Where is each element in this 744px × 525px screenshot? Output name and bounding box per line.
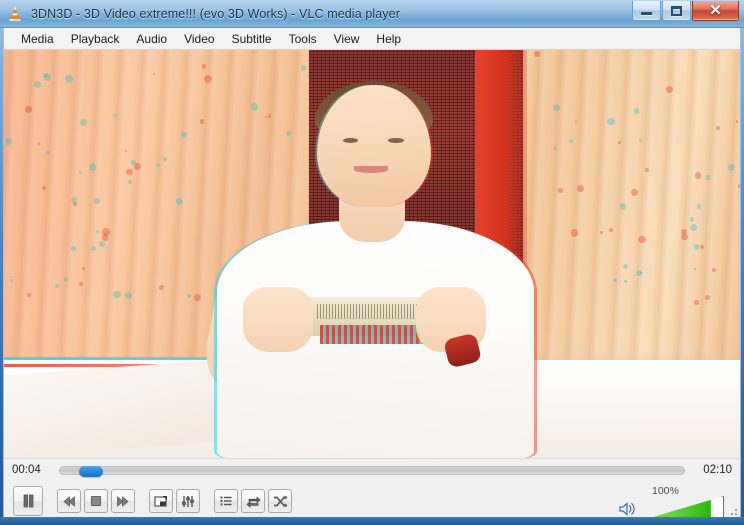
- menubar: Media Playback Audio Video Subtitle Tool…: [3, 28, 741, 50]
- elapsed-time-label: 00:04: [12, 464, 41, 476]
- menu-item-tools[interactable]: Tools: [281, 29, 326, 49]
- scene-card-lines: [316, 303, 428, 320]
- seek-slider-thumb[interactable]: [78, 465, 103, 477]
- volume-slider[interactable]: [646, 496, 724, 519]
- control-panel: 00:04 02:10 100%: [3, 458, 741, 521]
- menu-item-video[interactable]: Video: [176, 29, 223, 49]
- video-output-wrapper: [3, 50, 741, 458]
- video-output[interactable]: [4, 50, 740, 458]
- playlist-icon: [220, 496, 232, 506]
- scene-card-text: [320, 325, 424, 344]
- playlist-button[interactable]: [214, 489, 238, 513]
- equalizer-icon: [182, 495, 194, 507]
- next-button[interactable]: [111, 489, 135, 513]
- scene-person-eye-left: [342, 137, 358, 144]
- shuffle-button[interactable]: [268, 489, 292, 513]
- minimize-button[interactable]: [632, 1, 661, 21]
- seek-slider[interactable]: [59, 465, 685, 477]
- vlc-cone-icon[interactable]: [6, 5, 24, 23]
- fullscreen-button[interactable]: [149, 489, 173, 513]
- stop-icon: [91, 496, 101, 506]
- extended-settings-button[interactable]: [176, 489, 200, 513]
- menu-item-media[interactable]: Media: [13, 29, 63, 49]
- previous-button[interactable]: [57, 489, 81, 513]
- close-icon: ✕: [709, 2, 722, 19]
- pause-icon: [23, 494, 33, 508]
- video-scene: [4, 50, 740, 458]
- scene-left-hand: [243, 286, 314, 352]
- play-pause-button[interactable]: [13, 486, 43, 516]
- previous-icon: [63, 495, 75, 507]
- speaker-icon[interactable]: [618, 500, 638, 518]
- volume-control[interactable]: 100%: [618, 485, 724, 519]
- playlist-group: [214, 489, 292, 513]
- vlc-main-window: 3DN3D - 3D Video extreme!!! (evo 3D Work…: [0, 0, 744, 525]
- minimize-icon: [641, 12, 652, 15]
- scene-person-head: [316, 84, 431, 208]
- menu-item-subtitle[interactable]: Subtitle: [224, 29, 281, 49]
- shuffle-icon: [273, 495, 288, 507]
- window-buttons: ✕: [631, 1, 739, 23]
- view-group: [149, 489, 200, 513]
- menu-item-view[interactable]: View: [326, 29, 369, 49]
- menu-item-help[interactable]: Help: [368, 29, 410, 49]
- loop-button[interactable]: [241, 489, 265, 513]
- maximize-icon: [671, 5, 682, 16]
- transport-group: [57, 489, 135, 513]
- total-time-label: 02:10: [703, 464, 732, 476]
- titlebar[interactable]: 3DN3D - 3D Video extreme!!! (evo 3D Work…: [0, 0, 744, 28]
- maximize-button[interactable]: [662, 1, 691, 21]
- stop-button[interactable]: [84, 489, 108, 513]
- menu-item-audio[interactable]: Audio: [128, 29, 176, 49]
- transport-buttons-row: 100%: [4, 481, 740, 521]
- seek-row: 00:04 02:10: [4, 459, 740, 481]
- scene-person-mouth: [354, 166, 389, 173]
- window-bottom-frame: [0, 517, 744, 525]
- scene-person-eye-right: [388, 137, 404, 144]
- window-title: 3DN3D - 3D Video extreme!!! (evo 3D Work…: [31, 6, 400, 21]
- fullscreen-icon: [154, 495, 167, 507]
- volume-slider-fill: [647, 497, 711, 518]
- close-button[interactable]: ✕: [692, 1, 739, 21]
- loop-icon: [245, 496, 261, 508]
- volume-percent-label: 100%: [652, 485, 679, 497]
- next-icon: [117, 495, 129, 507]
- menu-item-playback[interactable]: Playback: [63, 29, 129, 49]
